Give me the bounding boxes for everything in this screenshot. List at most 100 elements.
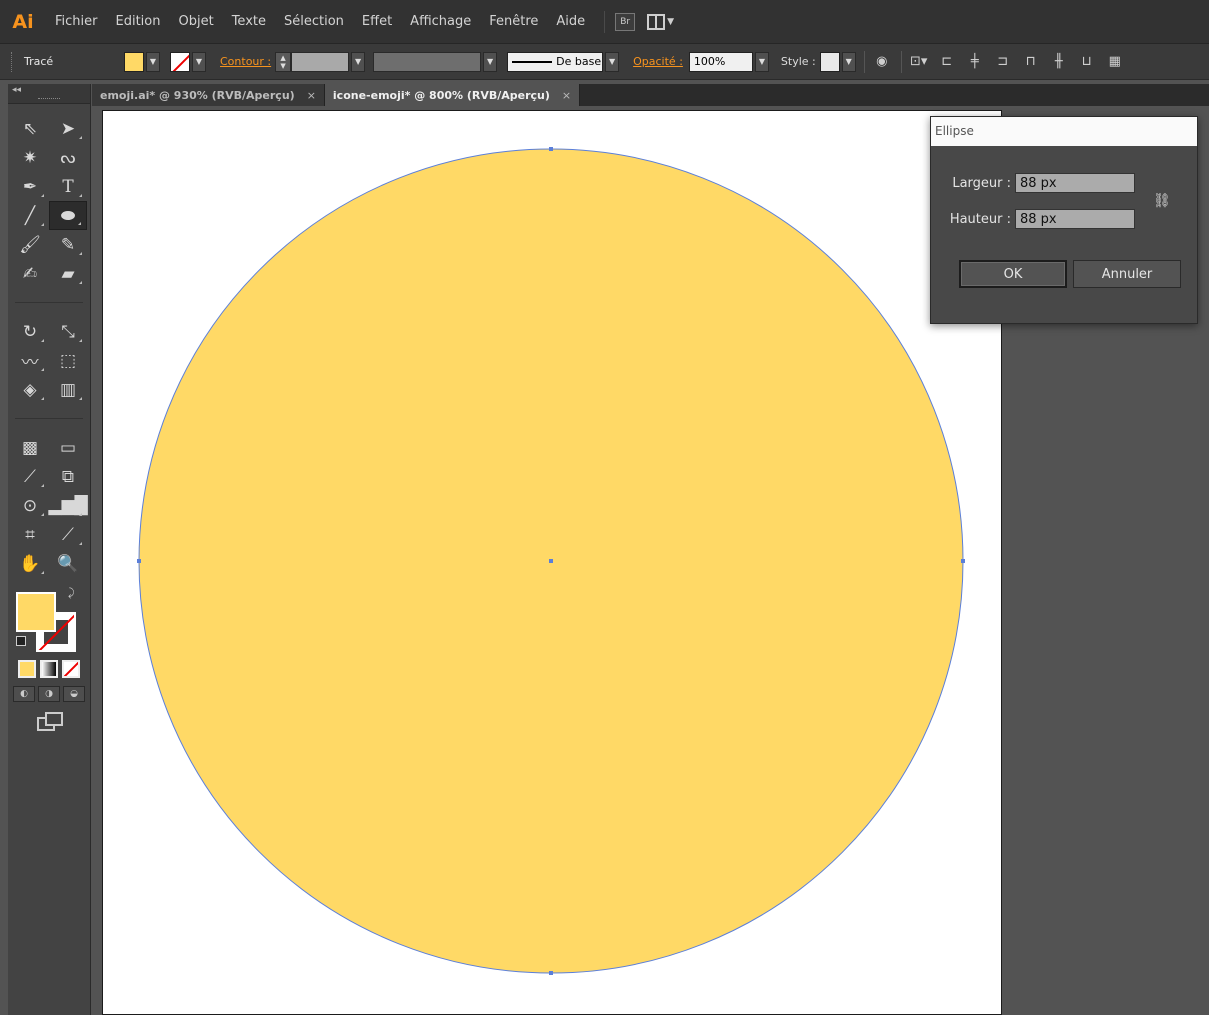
brush-definition-field[interactable]: De base (507, 51, 604, 72)
artwork-svg[interactable] (103, 111, 1003, 1015)
draw-behind-icon[interactable]: ◑ (38, 686, 60, 702)
tab-icone-emoji[interactable]: icone-emoji* @ 800% (RVB/Aperçu) × (324, 84, 581, 106)
screen-mode-icon[interactable] (37, 712, 63, 731)
anchor-point-right[interactable] (961, 559, 965, 563)
align-bottom-icon[interactable]: ⊔ (1076, 52, 1098, 72)
transform-reference-point-icon[interactable]: ▦ (1104, 52, 1126, 72)
brush-definition-label: De base (556, 55, 602, 68)
stroke-weight-stepper[interactable]: ▲ ▼ (275, 51, 292, 72)
slice-tool-icon[interactable]: ⟋ (49, 520, 87, 549)
menu-edition[interactable]: Edition (107, 0, 170, 44)
tab-emoji-ai[interactable]: emoji.ai* @ 930% (RVB/Aperçu) × (92, 84, 325, 106)
stroke-panel-link[interactable]: Contour : (220, 55, 271, 68)
magic-wand-tool-icon[interactable]: ✷ (11, 143, 49, 172)
stroke-weight-dropdown[interactable]: ▼ (351, 51, 366, 72)
stroke-swatch-none[interactable] (170, 51, 190, 72)
menu-texte[interactable]: Texte (223, 0, 275, 44)
stroke-weight-input[interactable] (291, 51, 350, 72)
symbol-sprayer-tool-icon[interactable]: ⊙ (11, 491, 49, 520)
ok-button[interactable]: OK (959, 260, 1067, 288)
lasso-tool-icon[interactable]: ᔓ (49, 143, 87, 172)
direct-selection-tool-icon[interactable]: ➤ (49, 114, 87, 143)
default-fill-stroke-icon[interactable] (16, 636, 26, 646)
opacity-dropdown[interactable]: ▼ (754, 51, 769, 72)
cancel-button[interactable]: Annuler (1073, 260, 1181, 288)
mesh-tool-icon[interactable]: ▩ (11, 433, 49, 462)
align-top-icon[interactable]: ⊓ (1020, 52, 1042, 72)
bridge-button[interactable]: Br (615, 12, 636, 31)
draw-normal-icon[interactable]: ◐ (13, 686, 35, 702)
color-mode-button[interactable] (18, 660, 36, 678)
pen-tool-icon[interactable]: ✒ (11, 172, 49, 201)
align-horizontal-center-icon[interactable]: ╪ (964, 52, 986, 72)
free-transform-tool-icon[interactable]: ⬚ (49, 346, 87, 375)
collapse-panel-icon[interactable]: ◂◂ (12, 85, 21, 95)
brush-dropdown[interactable]: ▼ (605, 51, 620, 72)
menu-objet[interactable]: Objet (169, 0, 222, 44)
opacity-input[interactable]: 100% (688, 51, 753, 72)
opacity-panel-link[interactable]: Opacité : (633, 55, 683, 68)
gradient-mode-button[interactable] (40, 660, 58, 678)
menu-selection[interactable]: Sélection (275, 0, 353, 44)
draw-inside-icon[interactable]: ◒ (63, 686, 85, 702)
blend-tool-icon[interactable]: ⧉ (49, 462, 87, 491)
scale-tool-icon[interactable]: ⤡ (49, 317, 87, 346)
width-input[interactable] (1015, 173, 1135, 193)
anchor-point-left[interactable] (137, 559, 141, 563)
gradient-tool-icon[interactable]: ▭ (49, 433, 87, 462)
paintbrush-tool-icon[interactable]: 🖌 (11, 230, 49, 259)
fill-stroke-widget: ⤸ (8, 584, 90, 652)
stroke-dropdown-button[interactable]: ▼ (192, 51, 206, 72)
graphic-style-swatch[interactable] (819, 51, 840, 72)
blob-brush-tool-icon[interactable]: ✍ (11, 259, 49, 288)
column-graph-tool-icon[interactable]: ▂▆█ (48, 491, 88, 520)
variable-width-profile-field[interactable] (373, 51, 482, 72)
eraser-tool-icon[interactable]: ▰ (49, 259, 87, 288)
menu-aide[interactable]: Aide (547, 0, 594, 44)
close-icon[interactable]: × (307, 89, 316, 102)
pencil-tool-icon[interactable]: ✎ (49, 230, 87, 259)
menu-fichier[interactable]: Fichier (46, 0, 107, 44)
perspective-grid-tool-icon[interactable]: ▥ (49, 375, 87, 404)
none-mode-button[interactable] (62, 660, 80, 678)
fill-swatch[interactable] (124, 51, 144, 72)
align-right-icon[interactable]: ⊐ (992, 52, 1014, 72)
profile-dropdown[interactable]: ▼ (483, 51, 498, 72)
eyedropper-tool-icon[interactable]: ⟋ (11, 462, 49, 491)
warp-tool-icon[interactable]: 〰 (11, 346, 49, 375)
align-to-selection-icon[interactable]: ⊡▾ (908, 52, 930, 72)
artboard[interactable] (102, 110, 1002, 1015)
artboard-tool-icon[interactable]: ⌗ (11, 520, 49, 549)
workspace-switcher-button[interactable]: ▼ (647, 13, 674, 30)
fill-dropdown-button[interactable]: ▼ (146, 51, 160, 72)
hand-tool-icon[interactable]: ✋ (11, 549, 49, 578)
graphic-style-dropdown[interactable]: ▼ (841, 51, 856, 72)
align-vertical-center-icon[interactable]: ╫ (1048, 52, 1070, 72)
panel-grip[interactable] (11, 51, 14, 72)
type-tool-icon[interactable]: T (49, 172, 87, 201)
anchor-point-bottom[interactable] (549, 971, 553, 975)
close-icon[interactable]: × (562, 89, 571, 102)
menu-effet[interactable]: Effet (353, 0, 401, 44)
fill-color-swatch[interactable] (16, 592, 56, 632)
tools-panel-header[interactable]: ◂◂ (8, 84, 90, 104)
tool-separator (15, 302, 83, 303)
line-segment-tool-icon[interactable]: ╱ (11, 201, 49, 230)
rotate-tool-icon[interactable]: ↻ (11, 317, 49, 346)
align-left-icon[interactable]: ⊏ (936, 52, 958, 72)
control-separator (863, 50, 865, 73)
menu-affichage[interactable]: Affichage (401, 0, 480, 44)
selection-tool-icon[interactable]: ⇖ (11, 114, 49, 143)
shape-builder-tool-icon[interactable]: ◈ (11, 375, 49, 404)
ellipse-tool-icon[interactable]: ⬬ (49, 201, 87, 230)
recolor-artwork-icon[interactable]: ◉ (871, 52, 893, 72)
tab-label: icone-emoji* @ 800% (RVB/Aperçu) (332, 88, 550, 102)
center-point[interactable] (549, 559, 553, 563)
zoom-tool-icon[interactable]: 🔍 (49, 549, 87, 578)
dialog-title[interactable]: Ellipse (931, 117, 1197, 146)
anchor-point-top[interactable] (549, 147, 553, 151)
height-input[interactable] (1015, 209, 1135, 229)
constrain-proportions-link-icon[interactable]: ⛓ (1153, 193, 1171, 209)
menu-fenetre[interactable]: Fenêtre (480, 0, 547, 44)
swap-fill-stroke-icon[interactable]: ⤸ (68, 586, 75, 600)
